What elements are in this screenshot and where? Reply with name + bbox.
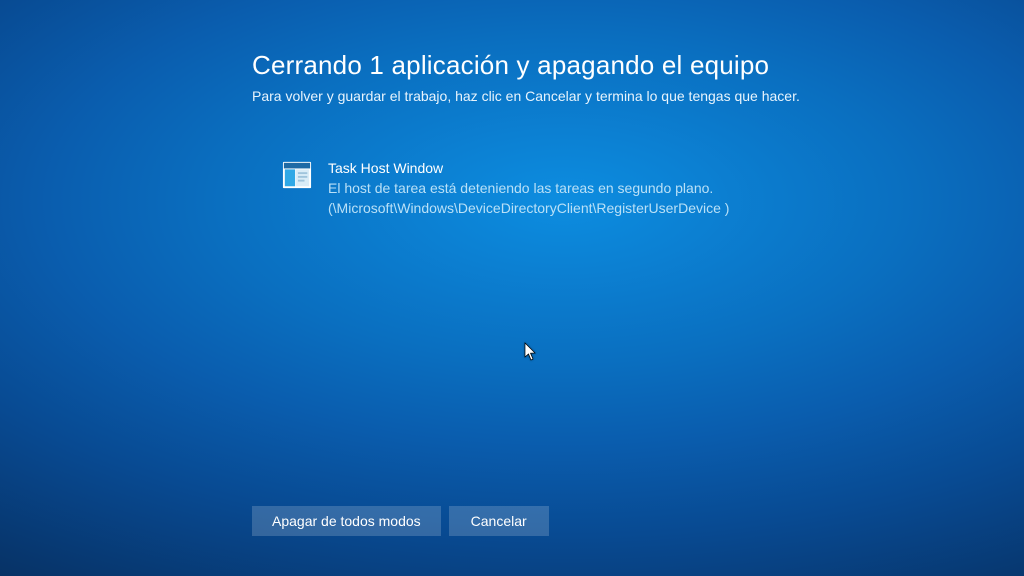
blocking-app-item: Task Host Window El host de tarea está d… [252,158,892,219]
action-buttons: Apagar de todos modos Cancelar [252,506,549,536]
app-name: Task Host Window [328,158,729,178]
shutdown-anyway-button[interactable]: Apagar de todos modos [252,506,441,536]
cursor-icon [524,342,538,362]
page-subtitle: Para volver y guardar el trabajo, haz cl… [252,87,812,106]
app-description: El host de tarea está deteniendo las tar… [328,178,729,198]
app-path: (\Microsoft\Windows\DeviceDirectoryClien… [328,198,729,218]
blocking-app-text: Task Host Window El host de tarea está d… [328,158,729,219]
page-title: Cerrando 1 aplicación y apagando el equi… [252,50,892,81]
window-app-icon [282,160,312,190]
cancel-button[interactable]: Cancelar [449,506,549,536]
shutdown-dialog-content: Cerrando 1 aplicación y apagando el equi… [252,50,892,219]
